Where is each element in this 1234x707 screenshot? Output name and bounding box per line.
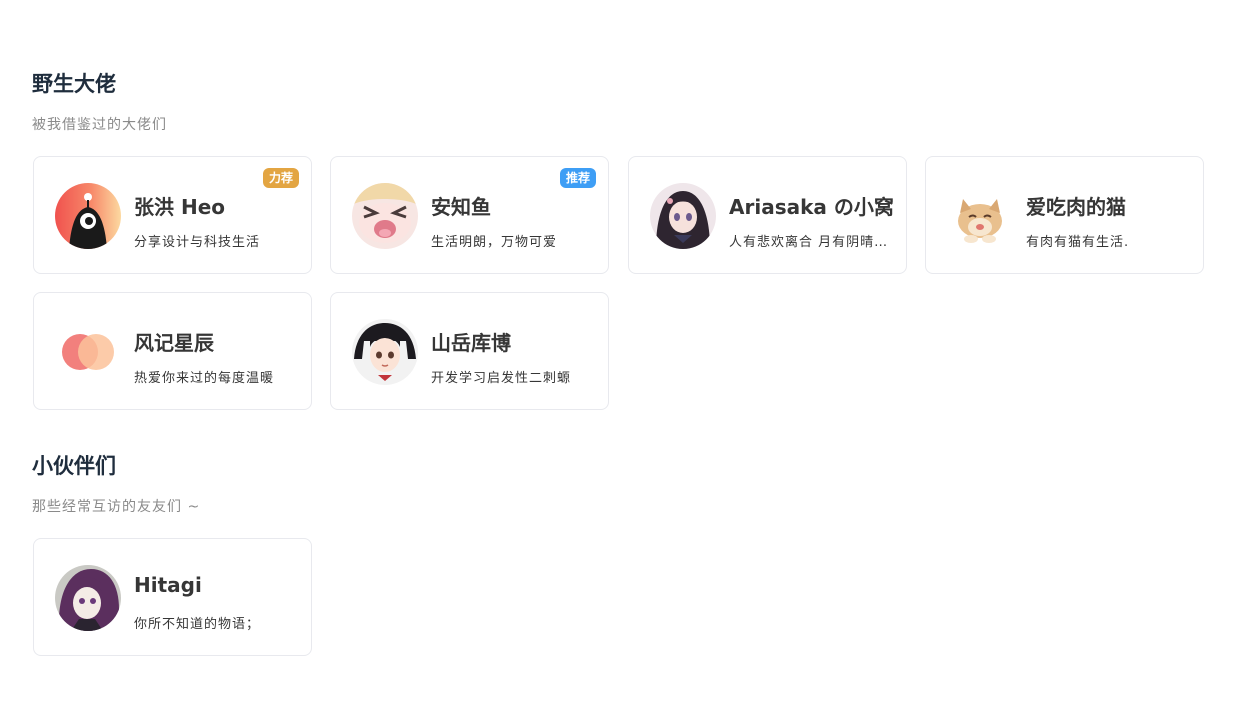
anzhiyu-anime-avatar bbox=[352, 183, 418, 249]
friend-description: 人有悲欢离合 月有阴晴圆缺 bbox=[729, 235, 897, 250]
friend-card-ariasaka[interactable]: Ariasaka の小窝 人有悲欢离合 月有阴晴圆缺 bbox=[628, 156, 907, 274]
recommend-badge: 推荐 bbox=[559, 168, 596, 188]
friend-card-cat[interactable]: 爱吃肉的猫 有肉有猫有生活. bbox=[925, 156, 1204, 274]
friend-description: 生活明朗，万物可爱 bbox=[431, 235, 558, 250]
section-title-partners: 小伙伴们 bbox=[32, 454, 116, 478]
friend-card-fengji[interactable]: 风记星辰 热爱你来过的每度温暖 bbox=[33, 292, 312, 410]
hitagi-anime-avatar bbox=[55, 565, 121, 631]
ariasaka-anime-girl-avatar bbox=[650, 183, 716, 249]
friend-card-heo[interactable]: 张洪 Heo 分享设计与科技生活 力荐 bbox=[33, 156, 312, 274]
friend-description: 开发学习启发性二刺螈 bbox=[431, 371, 572, 386]
azusa-anime-avatar bbox=[352, 319, 418, 385]
friend-card-hitagi[interactable]: Hitagi 你所不知道的物语； bbox=[33, 538, 312, 656]
friend-name: Hitagi bbox=[134, 573, 202, 597]
friend-description: 有肉有猫有生活. bbox=[1026, 235, 1130, 250]
friend-name: Ariasaka の小窝 bbox=[729, 195, 894, 219]
section-title-wild-bigshots: 野生大佬 bbox=[32, 72, 116, 96]
friend-name: 风记星辰 bbox=[134, 331, 214, 355]
cat-avatar bbox=[947, 183, 1013, 249]
friend-description: 热爱你来过的每度温暖 bbox=[134, 371, 275, 386]
heo-monster-avatar bbox=[55, 183, 121, 249]
friend-description: 分享设计与科技生活 bbox=[134, 235, 261, 250]
overlapping-circles-logo bbox=[55, 319, 121, 385]
section-description: 被我借鉴过的大佬们 bbox=[32, 117, 167, 133]
friend-name: 爱吃肉的猫 bbox=[1026, 195, 1126, 219]
section-description: 那些经常互访的友友们 ~ bbox=[32, 499, 201, 515]
recommend-badge: 力荐 bbox=[262, 168, 299, 188]
friend-card-anzhiyu[interactable]: 安知鱼 生活明朗，万物可爱 推荐 bbox=[330, 156, 609, 274]
friend-description: 你所不知道的物语； bbox=[134, 617, 261, 632]
friend-name: 山岳库博 bbox=[431, 331, 511, 355]
friend-name: 安知鱼 bbox=[431, 195, 491, 219]
friend-card-shanyue[interactable]: 山岳库博 开发学习启发性二刺螈 bbox=[330, 292, 609, 410]
friend-name: 张洪 Heo bbox=[134, 195, 226, 219]
